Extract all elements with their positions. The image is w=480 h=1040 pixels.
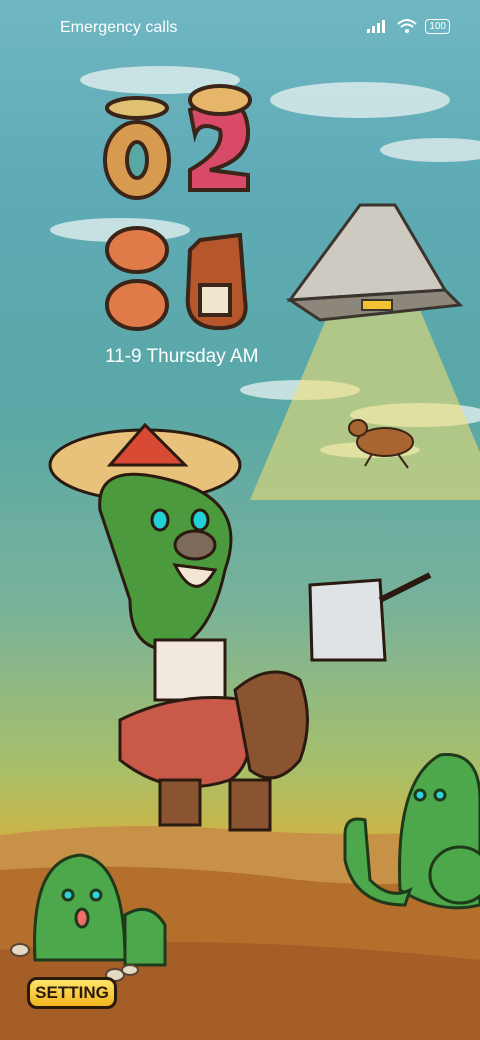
clock-illustration (103, 84, 252, 331)
digit-2-icon (187, 84, 252, 192)
digit-6-icon (185, 232, 248, 331)
digit-3-icon (105, 226, 169, 331)
date-text: 11-9 Thursday AM (105, 346, 259, 367)
digit-0-icon (103, 96, 171, 200)
setting-button[interactable]: SETTING (27, 977, 117, 1009)
